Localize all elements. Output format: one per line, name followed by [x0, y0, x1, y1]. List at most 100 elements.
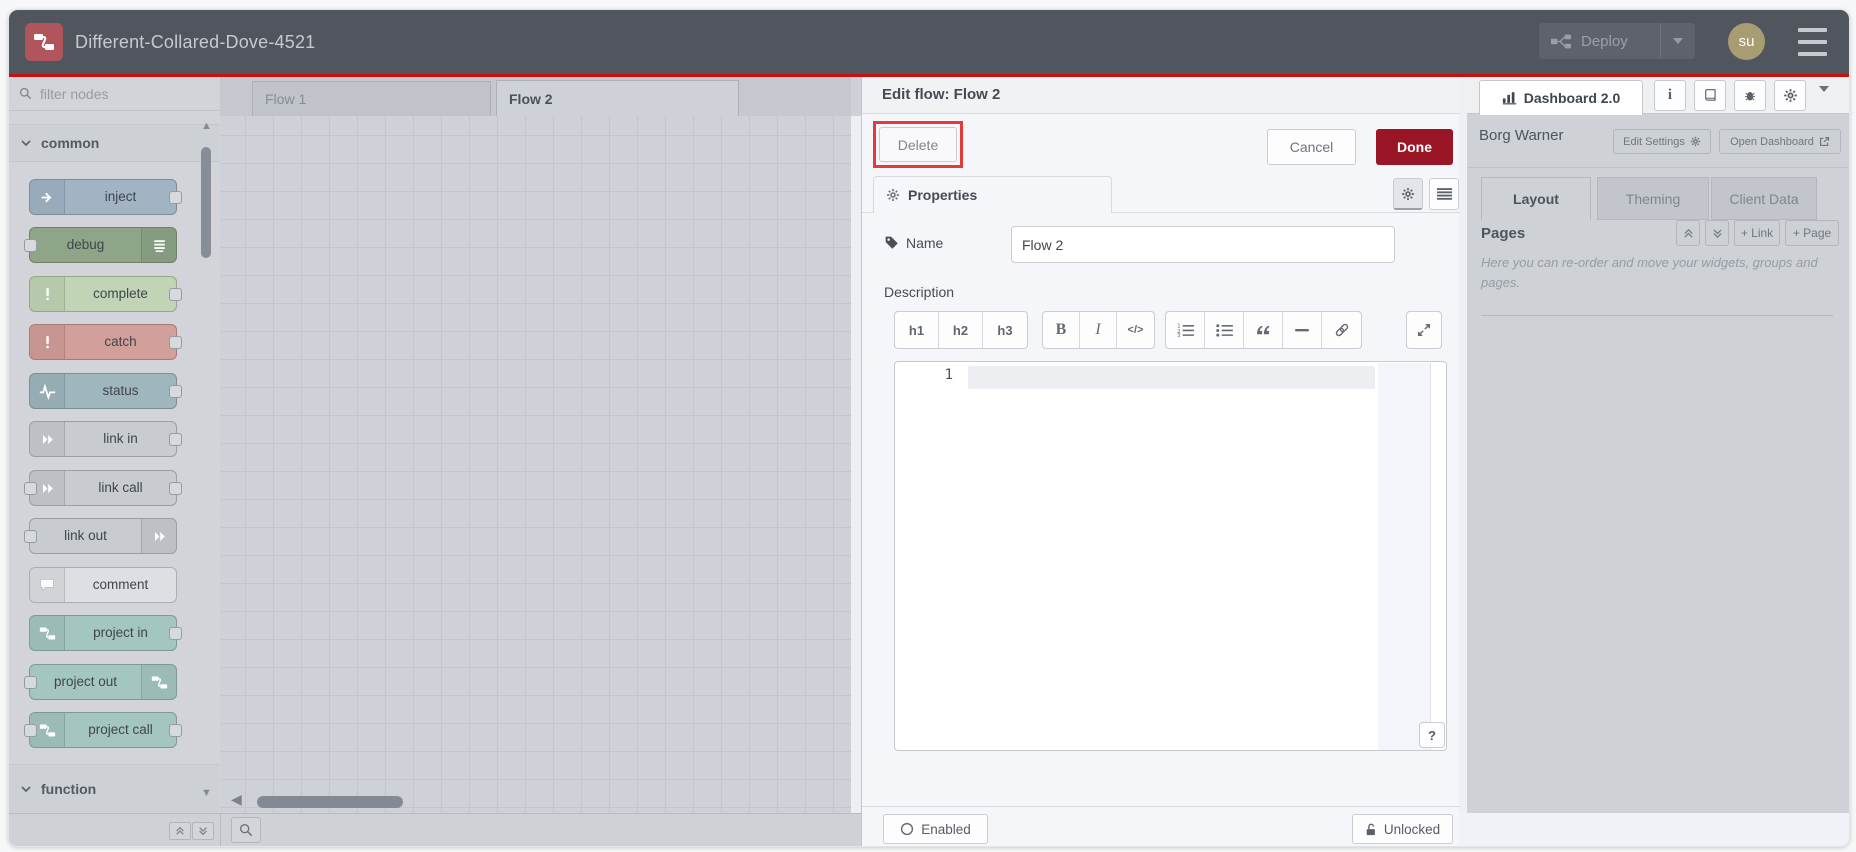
tab-flow-2[interactable]: Flow 2	[496, 80, 739, 116]
edit-properties-view-button[interactable]	[1393, 178, 1423, 210]
zoom-button[interactable]	[231, 817, 261, 843]
add-link-button[interactable]: + Link	[1734, 220, 1780, 246]
h3-button[interactable]: h3	[983, 312, 1027, 348]
input-port	[24, 530, 37, 543]
magnifier-icon	[239, 823, 253, 837]
description-editor[interactable]: 1 ?	[894, 361, 1447, 751]
flow-canvas[interactable]	[220, 116, 851, 813]
sidebar-tab-debug-button[interactable]	[1734, 80, 1766, 111]
screen: Different-Collared-Dove-4521 Deploy su f…	[0, 0, 1856, 852]
add-page-button[interactable]: + Page	[1785, 220, 1839, 246]
quote-button[interactable]	[1244, 312, 1283, 348]
sidebar-resize-handle[interactable]	[1459, 77, 1467, 813]
palette-node-link-in[interactable]: link in	[29, 421, 182, 457]
sidebar: Dashboard 2.0 i Borg Warner Edit Setting…	[1467, 77, 1849, 813]
palette-category-common[interactable]: common	[9, 124, 219, 162]
delete-button[interactable]: Delete	[879, 127, 957, 162]
heading-button-group: h1 h2 h3	[894, 311, 1028, 349]
editor-scroll-area[interactable]	[1378, 363, 1431, 750]
input-port	[24, 482, 37, 495]
editor-help-button[interactable]: ?	[1419, 722, 1445, 748]
palette-node-debug[interactable]: debug	[24, 227, 177, 263]
caret-down-icon	[1819, 86, 1829, 109]
palette-collapse-all-button[interactable]	[169, 822, 191, 840]
editor-line-number: 1	[944, 367, 953, 383]
unordered-list-button[interactable]	[1205, 312, 1244, 348]
pages-heading: Pages	[1481, 225, 1526, 242]
node-red-icon	[30, 616, 65, 650]
palette-scrollbar-thumb[interactable]	[201, 147, 211, 258]
name-label: Name	[906, 235, 944, 251]
flow-lock-toggle[interactable]: Unlocked	[1352, 814, 1453, 844]
node-red-logo-icon	[25, 23, 63, 61]
tab-flow-1[interactable]: Flow 1	[252, 81, 491, 116]
description-view-button[interactable]	[1429, 178, 1459, 210]
open-dashboard-button[interactable]: Open Dashboard	[1719, 129, 1841, 154]
link-button[interactable]	[1322, 312, 1361, 348]
palette-node-complete[interactable]: complete	[29, 276, 182, 312]
horizontal-rule-button[interactable]	[1283, 312, 1322, 348]
sidebar-divider	[1481, 315, 1833, 316]
info-icon: i	[1667, 87, 1673, 103]
edit-settings-button[interactable]: Edit Settings	[1613, 129, 1711, 154]
done-button[interactable]: Done	[1376, 129, 1453, 165]
expand-icon	[1418, 324, 1430, 336]
tab-theming[interactable]: Theming	[1597, 177, 1709, 220]
sidebar-tab-config-button[interactable]	[1774, 80, 1806, 111]
palette-category-function[interactable]: function	[9, 764, 219, 813]
main-menu-button[interactable]	[1798, 28, 1827, 56]
tab-layout[interactable]: Layout	[1481, 177, 1591, 220]
italic-button[interactable]: I	[1080, 312, 1117, 348]
avatar-initials: su	[1738, 33, 1755, 50]
palette-node-status[interactable]: status	[29, 373, 182, 409]
sidebar-tab-info-button[interactable]: i	[1654, 80, 1686, 111]
palette-scroll-down-icon[interactable]: ▼	[201, 787, 212, 799]
bold-button[interactable]: B	[1043, 312, 1080, 348]
deploy-button[interactable]: Deploy	[1539, 23, 1695, 59]
dialog-footer-divider	[862, 806, 1460, 807]
palette-node-comment[interactable]: comment	[29, 567, 177, 603]
palette-node-project-call[interactable]: project call	[24, 712, 182, 748]
book-icon	[1705, 89, 1716, 101]
palette-search-placeholder: filter nodes	[40, 85, 109, 102]
palette-node-link-call[interactable]: link call	[24, 470, 182, 506]
h1-button[interactable]: h1	[895, 312, 939, 348]
flow-name-input[interactable]	[1011, 226, 1395, 263]
palette-node-link-out[interactable]: link out	[24, 518, 177, 554]
comment-bubble-icon	[30, 568, 65, 602]
output-port	[169, 433, 182, 446]
canvas-vertical-scrollbar[interactable]	[851, 116, 861, 813]
editor-active-line	[968, 366, 1375, 389]
sidebar-tab-help-button[interactable]	[1694, 80, 1726, 111]
palette-node-catch[interactable]: catch	[29, 324, 182, 360]
cancel-button[interactable]: Cancel	[1267, 129, 1356, 165]
tab-properties[interactable]: Properties	[873, 176, 1112, 213]
canvas-scroll-left-icon[interactable]: ◀	[231, 791, 242, 808]
palette-node-inject[interactable]: inject	[29, 179, 182, 215]
deploy-options-button[interactable]	[1660, 23, 1695, 59]
palette-search[interactable]: filter nodes	[9, 77, 219, 111]
sidebar-tabs-menu-button[interactable]	[1819, 86, 1829, 110]
h2-button[interactable]: h2	[939, 312, 983, 348]
sidebar-tab-dashboard[interactable]: Dashboard 2.0	[1479, 80, 1643, 115]
palette-scroll-up-icon[interactable]: ▲	[201, 120, 212, 132]
output-port	[169, 385, 182, 398]
ordered-list-button[interactable]: 123	[1166, 312, 1205, 348]
tab-client-data[interactable]: Client Data	[1711, 177, 1817, 220]
gear-icon	[1402, 187, 1414, 200]
palette-node-project-in[interactable]: project in	[29, 615, 182, 651]
pulse-icon	[30, 374, 65, 408]
double-chevron-up-icon	[1683, 228, 1693, 238]
user-avatar[interactable]: su	[1728, 23, 1765, 60]
pages-expand-all-button[interactable]	[1705, 220, 1729, 246]
canvas-horizontal-scrollbar-thumb[interactable]	[257, 796, 403, 808]
palette-node-project-out[interactable]: project out	[24, 664, 177, 700]
flow-enabled-toggle[interactable]: Enabled	[883, 814, 988, 844]
expand-editor-button[interactable]	[1407, 312, 1441, 348]
dialog-title-bar: Edit flow: Flow 2	[862, 77, 1460, 114]
code-button[interactable]: </>	[1117, 312, 1154, 348]
gear-icon	[886, 188, 900, 202]
palette-expand-all-button[interactable]	[192, 822, 214, 840]
pages-collapse-all-button[interactable]	[1676, 220, 1700, 246]
tag-icon	[884, 235, 899, 250]
